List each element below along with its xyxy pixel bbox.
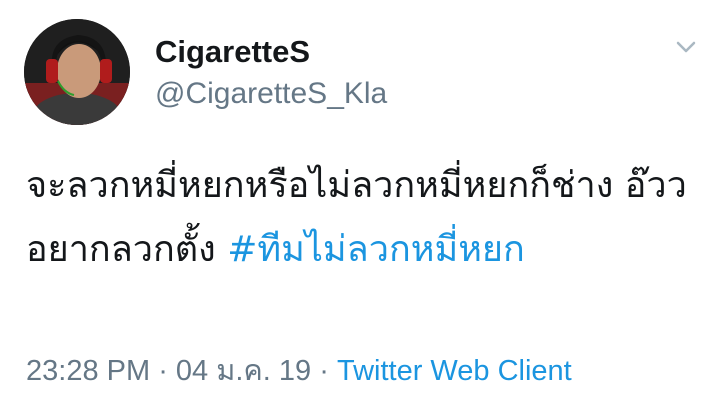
tweet-menu-button[interactable]: [672, 36, 700, 58]
chevron-down-icon: [676, 41, 696, 53]
tweet-text: จะลวกหมี่หยกหรือไม่ลวกหมี่หยกก็ช่าง อ๊วว…: [26, 154, 706, 282]
tweet-meta: 23:28 PM · 04 ม.ค. 19 · Twitter Web Clie…: [26, 352, 572, 390]
avatar[interactable]: [24, 19, 130, 125]
tweet-source-link[interactable]: Twitter Web Client: [337, 355, 572, 387]
tweet-time[interactable]: 23:28 PM: [26, 355, 150, 387]
meta-separator: ·: [150, 355, 176, 387]
tweet: CigaretteS @CigaretteS_Kla จะลวกหมี่หยกห…: [0, 0, 720, 406]
tweet-date[interactable]: 04 ม.ค. 19: [176, 355, 311, 387]
hashtag-link[interactable]: #ทีมไม่ลวกหมี่หยก: [227, 229, 525, 270]
avatar-image: [24, 19, 130, 125]
display-name[interactable]: CigaretteS: [155, 34, 310, 70]
meta-separator: ·: [311, 355, 337, 387]
user-handle[interactable]: @CigaretteS_Kla: [155, 76, 387, 112]
